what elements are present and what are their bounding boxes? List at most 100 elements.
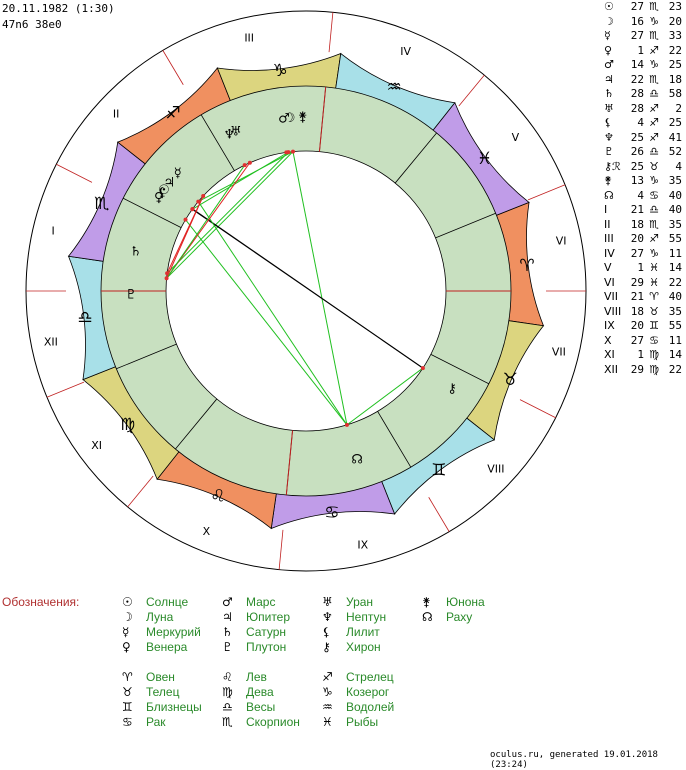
planet-table-row: ☿ 27 ♏ 33 — [604, 29, 686, 44]
row-sign: ♑ — [649, 58, 659, 71]
legend-glyph: ♂ — [222, 595, 233, 609]
planet-table-row: ☽ 16 ♑ 20 — [604, 15, 686, 30]
legend-glyph: ♆ — [322, 610, 333, 624]
row-minute: 55 — [668, 232, 682, 245]
row-minute: 40 — [668, 188, 682, 202]
planet-table-row: IX 20 ♊ 55 — [604, 319, 686, 334]
legend-glyph: ♒ — [322, 700, 333, 714]
legend-glyph: ♓ — [322, 715, 333, 729]
row-minute: 11 — [668, 333, 682, 347]
house-label: II — [113, 107, 120, 120]
planet-marker — [165, 271, 170, 276]
row-glyph: ♄ — [604, 87, 614, 100]
row-sign: ♎ — [649, 87, 659, 100]
row-minute: 23 — [668, 0, 682, 13]
legend-label: Телец — [146, 685, 180, 699]
legend-glyph: ♊ — [122, 700, 133, 714]
sign-glyph: ♓ — [477, 149, 492, 169]
row-minute: 35 — [668, 217, 682, 231]
legend-glyph: ♑ — [322, 685, 333, 699]
row-degree: 13 — [630, 174, 644, 187]
row-sign: ♓ — [649, 261, 659, 274]
legend-item: ♊ Близнецы — [122, 700, 202, 714]
legend-label: Близнецы — [146, 700, 202, 714]
row-glyph: V — [604, 261, 612, 274]
legend-item: ♄ Сатурн — [222, 625, 286, 639]
legend-label: Овен — [146, 670, 175, 684]
planet-glyph: ♂ — [278, 111, 290, 126]
row-sign: ♉ — [649, 304, 659, 318]
row-minute: 52 — [668, 145, 682, 158]
legend-glyph: ♉ — [122, 685, 133, 699]
row-glyph: ♃ — [604, 72, 614, 86]
planet-glyph: ☊ — [351, 452, 363, 467]
row-sign: ♍ — [649, 348, 659, 361]
planet-table-row: ☉ 27 ♏ 23 — [604, 0, 686, 15]
planet-glyph: ♄ — [130, 245, 142, 260]
planet-table-row: VII 21 ♈ 40 — [604, 290, 686, 305]
legend-glyph: ♄ — [222, 625, 233, 639]
house-label: X — [203, 525, 211, 538]
row-degree: 27 — [630, 0, 644, 13]
legend-item: ♐ Стрелец — [322, 670, 394, 684]
row-degree: 28 — [630, 101, 644, 115]
legend-glyph: ♋ — [122, 715, 133, 729]
row-minute: 11 — [668, 246, 682, 260]
legend-label: Козерог — [346, 685, 390, 699]
row-sign: ♏ — [649, 29, 659, 42]
row-glyph: IX — [604, 319, 615, 332]
legend-item: ☽ Луна — [122, 610, 173, 624]
row-sign: ♐ — [649, 232, 659, 245]
legend-label: Лев — [246, 670, 267, 684]
row-degree: 21 — [630, 290, 644, 303]
row-minute: 14 — [668, 261, 682, 274]
row-glyph: ⚷ℛ — [604, 159, 621, 173]
row-minute: 25 — [668, 58, 682, 71]
planet-marker — [290, 149, 295, 154]
legend-item: ♇ Плутон — [222, 640, 286, 654]
row-sign: ♋ — [649, 188, 659, 202]
row-degree: 18 — [630, 304, 644, 318]
legend-label: Скорпион — [246, 715, 300, 729]
row-glyph: II — [604, 217, 611, 231]
planet-table-row: XI 1 ♍ 14 — [604, 348, 686, 363]
sign-glyph: ♍ — [120, 415, 135, 435]
house-label: IV — [400, 45, 411, 58]
row-sign: ♈ — [649, 290, 659, 303]
planet-table-row: ♆ 25 ♐ 41 — [604, 131, 686, 146]
legend-label: Марс — [246, 595, 276, 609]
row-minute: 25 — [668, 116, 682, 129]
legend-item: ☊ Раху — [422, 610, 472, 624]
row-sign: ♎ — [649, 145, 659, 158]
planet-table-row: VIII 18 ♉ 35 — [604, 305, 686, 320]
planet-table-row: II 18 ♏ 35 — [604, 218, 686, 233]
row-sign: ♏ — [649, 217, 659, 231]
legend-glyph: ♐ — [322, 670, 333, 684]
row-sign: ♓ — [649, 275, 659, 289]
planet-glyph: ⚸ — [157, 185, 167, 200]
legend-item: ♅ Уран — [322, 595, 373, 609]
row-degree: 4 — [637, 188, 644, 202]
legend-glyph: ⚸ — [322, 625, 331, 639]
row-glyph: ☉ — [604, 0, 614, 13]
legend: Обозначения: ☉ Солнце ☽ Луна ☿ Меркурий ♀ Венер… — [0, 592, 600, 742]
row-sign: ♐ — [649, 130, 659, 144]
row-glyph: X — [604, 333, 612, 347]
legend-item: ☉ Солнце — [122, 595, 188, 609]
row-degree: 14 — [630, 58, 644, 71]
row-minute: 18 — [668, 72, 682, 86]
legend-glyph: ⚷ — [322, 640, 331, 654]
row-degree: 20 — [630, 319, 644, 332]
planet-table-row: I 21 ♎ 40 — [604, 203, 686, 218]
row-degree: 18 — [630, 217, 644, 231]
legend-item: ♏ Скорпион — [222, 715, 300, 729]
row-glyph: ☽ — [604, 14, 614, 28]
row-minute: 58 — [668, 87, 682, 100]
row-degree: 21 — [630, 203, 644, 216]
row-sign: ♉ — [649, 159, 659, 173]
planet-table-row: ♅ 28 ♐ 2 — [604, 102, 686, 117]
sign-glyph: ♏ — [94, 194, 109, 214]
house-label: VI — [556, 235, 567, 248]
legend-label: Хирон — [346, 640, 381, 654]
row-sign: ♑ — [649, 246, 659, 260]
